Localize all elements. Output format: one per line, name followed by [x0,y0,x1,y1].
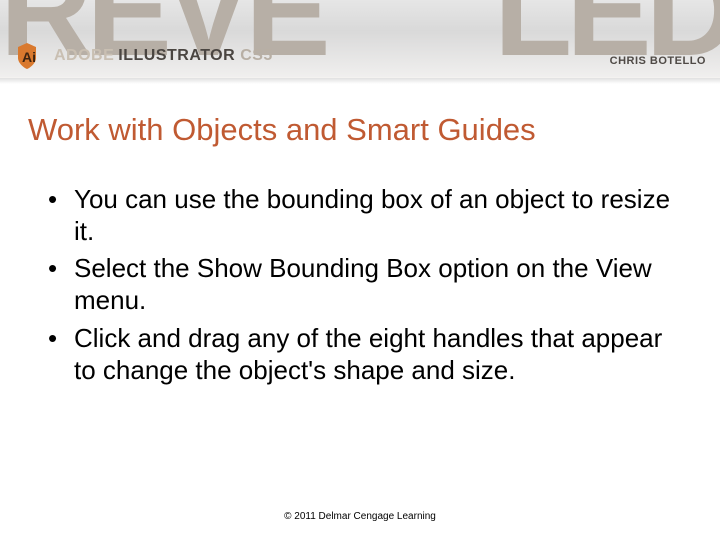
bullet-list: You can use the bounding box of an objec… [48,184,678,386]
version-label: CS5 [240,47,273,65]
illustrator-logo-icon: Ai [12,41,42,71]
header-shadow [0,78,720,84]
header-banner: REVE LED Ai ADOBE ILLUSTRATOR CS5 CHRIS … [0,0,720,78]
list-item: You can use the bounding box of an objec… [48,184,678,247]
product-label: ILLUSTRATOR [118,47,235,65]
list-item: Click and drag any of the eight handles … [48,323,678,386]
footer-copyright: © 2011 Delmar Cengage Learning [0,511,720,522]
list-item: Select the Show Bounding Box option on t… [48,253,678,316]
slide-title: Work with Objects and Smart Guides [28,112,720,148]
svg-text:Ai: Ai [22,49,36,65]
adobe-label: ADOBE [54,47,114,65]
author-label: CHRIS BOTELLO [610,55,706,67]
product-name: ADOBE ILLUSTRATOR CS5 [54,47,273,65]
